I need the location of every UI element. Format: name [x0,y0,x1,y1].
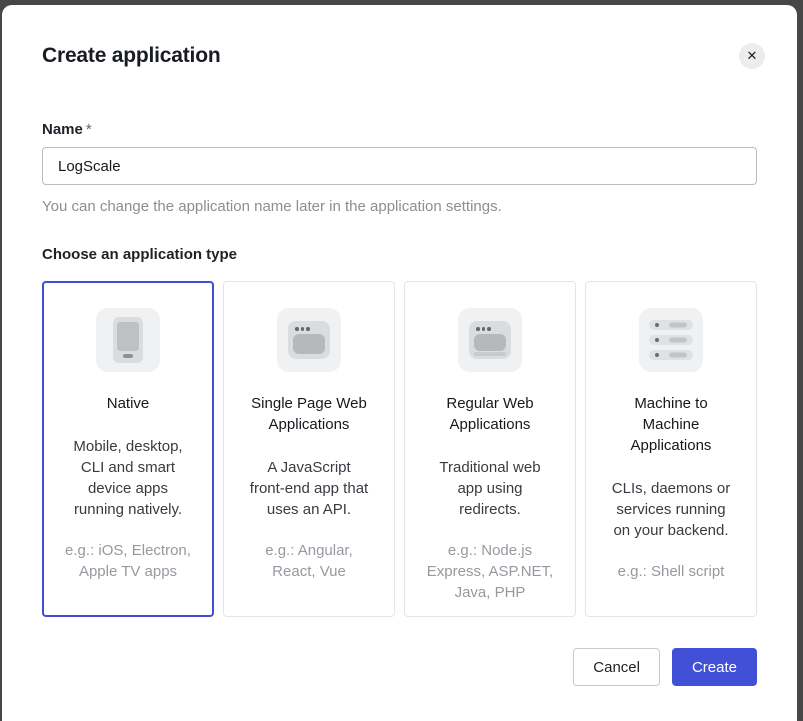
modal-header: Create application ✕ [42,43,757,69]
card-title: Native [56,393,200,414]
required-marker: * [86,121,92,138]
card-description: CLIs, daemons or services running on you… [598,478,744,541]
name-label-text: Name [42,121,83,138]
server-stack-icon [639,308,703,372]
card-title: Regular Web Applications [417,393,563,435]
application-type-label: Choose an application type [42,246,757,263]
card-examples: e.g.: Node.js Express, ASP.NET, Java, PH… [417,540,563,603]
name-field-label: Name* [42,121,757,138]
type-card-spa[interactable]: Single Page Web Applications A JavaScrip… [223,281,395,617]
card-description: Traditional web app using redirects. [417,457,563,520]
card-examples: e.g.: Angular, React, Vue [236,540,382,582]
card-examples: e.g.: Shell script [598,561,744,582]
close-icon: ✕ [747,48,758,64]
create-button[interactable]: Create [672,648,757,686]
application-name-input[interactable] [42,147,757,185]
type-card-m2m[interactable]: Machine to Machine Applications CLIs, da… [585,281,757,617]
browser-window-icon [277,308,341,372]
card-description: Mobile, desktop, CLI and smart device ap… [56,436,200,520]
card-title: Single Page Web Applications [236,393,382,435]
card-description: A JavaScript front-end app that uses an … [236,457,382,520]
application-type-cards: Native Mobile, desktop, CLI and smart de… [42,281,757,617]
type-card-regular-web[interactable]: Regular Web Applications Traditional web… [404,281,576,617]
modal-footer: Cancel Create [42,648,757,686]
phone-icon [96,308,160,372]
card-examples: e.g.: iOS, Electron, Apple TV apps [56,540,200,582]
name-helper-text: You can change the application name late… [42,198,757,215]
card-title: Machine to Machine Applications [598,393,744,456]
modal-title: Create application [42,44,220,68]
create-application-modal: Create application ✕ Name* You can chang… [2,5,797,721]
browser-window-icon [458,308,522,372]
type-card-native[interactable]: Native Mobile, desktop, CLI and smart de… [42,281,214,617]
cancel-button[interactable]: Cancel [573,648,660,686]
close-button[interactable]: ✕ [739,43,765,69]
